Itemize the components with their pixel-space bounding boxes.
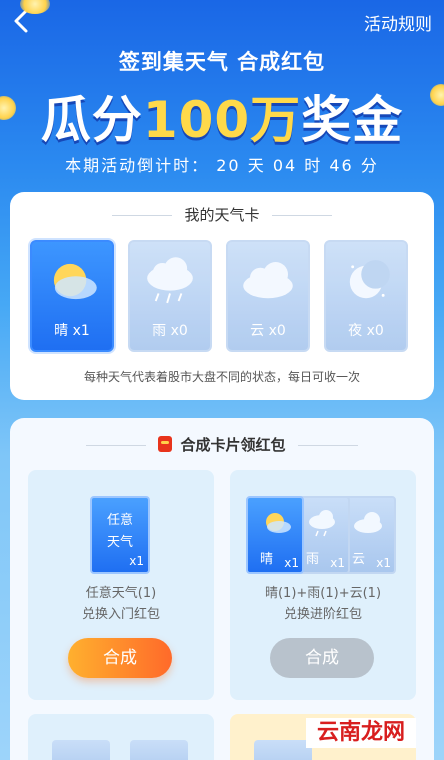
basic-requirement: 任意天气(1) [85, 586, 157, 601]
rain-cloud-icon [309, 510, 335, 537]
synthesis-panel: 合成卡片领红包 任意天气 x1 任意天气(1) 兑换入门红包 合成 晴 x1 雨… [10, 418, 434, 760]
top-bar: 活动规则 [0, 0, 444, 44]
basic-redpacket-panel: 任意天气 x1 任意天气(1) 兑换入门红包 合成 [28, 470, 214, 700]
mini-card-label: 晴 [260, 552, 274, 567]
hero-title-highlight: 100万 [142, 91, 302, 149]
countdown-days: 20 [216, 156, 241, 175]
weather-card-rain[interactable]: 雨 x0 [128, 240, 212, 352]
moon-icon [349, 260, 390, 299]
cloud-icon [354, 512, 382, 533]
weather-card-cloudy[interactable]: 云 x0 [226, 240, 310, 352]
card-count: x1 [129, 554, 144, 568]
weather-card-panel: 我的天气卡 晴 x1 雨 x0 云 x0 夜 x0 每种天气代表着股市大盘不同的… [10, 192, 434, 400]
weather-section-title: 我的天气卡 [10, 204, 434, 225]
mini-card-label: 云 [352, 552, 366, 567]
cloud-icon [243, 262, 293, 299]
divider [297, 445, 358, 446]
advanced-requirement: 晴(1)+雨(1)+云(1) [264, 586, 382, 601]
activity-rules-link[interactable]: 活动规则 [364, 10, 432, 35]
weather-card-sunny[interactable]: 晴 x1 [30, 240, 114, 352]
countdown: 本期活动倒计时： 20 天 04 时 46 分 [0, 152, 444, 176]
basic-reward: 兑换入门红包 [81, 607, 160, 622]
card-count: x1 [330, 556, 345, 570]
any-weather-card: 任意天气 x1 [90, 496, 150, 574]
weather-card-night[interactable]: 夜 x0 [324, 240, 408, 352]
countdown-hours: 04 [272, 156, 298, 175]
any-weather-line2: 天气 [106, 535, 133, 550]
card-placeholder [52, 740, 110, 760]
weather-card-label: 雨 x0 [152, 323, 188, 339]
divider [86, 445, 147, 446]
sun-cloud-icon [53, 263, 97, 300]
weather-card-label: 夜 x0 [348, 323, 384, 339]
countdown-label: 本期活动倒计时： [65, 156, 210, 175]
weather-section-title-text: 我的天气卡 [184, 206, 260, 224]
weather-card-label: 晴 x1 [54, 323, 90, 339]
advanced-reward: 兑换进阶红包 [283, 607, 362, 622]
countdown-minutes-unit: 分 [360, 156, 379, 175]
mini-card-label: 雨 [306, 552, 320, 567]
card-count: x1 [284, 556, 299, 570]
rain-cloud-icon [147, 257, 193, 304]
hero-title: 瓜分100万奖金 [0, 80, 444, 152]
red-packet-icon [158, 436, 173, 452]
card-placeholder [130, 740, 188, 760]
synthesis-section-title-text: 合成卡片领红包 [180, 436, 286, 454]
synthesize-advanced-button[interactable]: 合成 [270, 638, 374, 678]
hero-subtitle: 签到集天气 合成红包 [118, 50, 326, 74]
card-count: x1 [376, 556, 391, 570]
divider [271, 215, 332, 216]
countdown-minutes: 46 [329, 156, 354, 175]
weather-card-label: 云 x0 [250, 323, 286, 339]
sunny-mini-card: 晴 x1 [246, 496, 304, 574]
synthesize-basic-button[interactable]: 合成 [68, 638, 172, 678]
weather-note: 每种天气代表着股市大盘不同的状态，每日可收一次 [83, 370, 360, 384]
sun-cloud-icon [266, 513, 291, 533]
advanced-redpacket-panel: 晴 x1 雨 x1 云 x1 晴(1)+雨(1)+云(1) 兑换进阶红包 合成 [230, 470, 416, 700]
hero-title-suffix: 奖金 [301, 91, 404, 149]
countdown-days-unit: 天 [247, 156, 266, 175]
any-weather-line1: 任意 [106, 513, 133, 528]
any-weather-card-text: 任意 天气 [92, 510, 148, 554]
watermark-logo: 云南龙网 [306, 718, 416, 748]
card-placeholder [254, 740, 312, 760]
hero-title-prefix: 瓜分 [40, 91, 143, 149]
synthesis-section-title: 合成卡片领红包 [10, 434, 434, 455]
divider [112, 215, 173, 216]
countdown-hours-unit: 时 [304, 156, 323, 175]
next-panel-left [28, 714, 214, 760]
